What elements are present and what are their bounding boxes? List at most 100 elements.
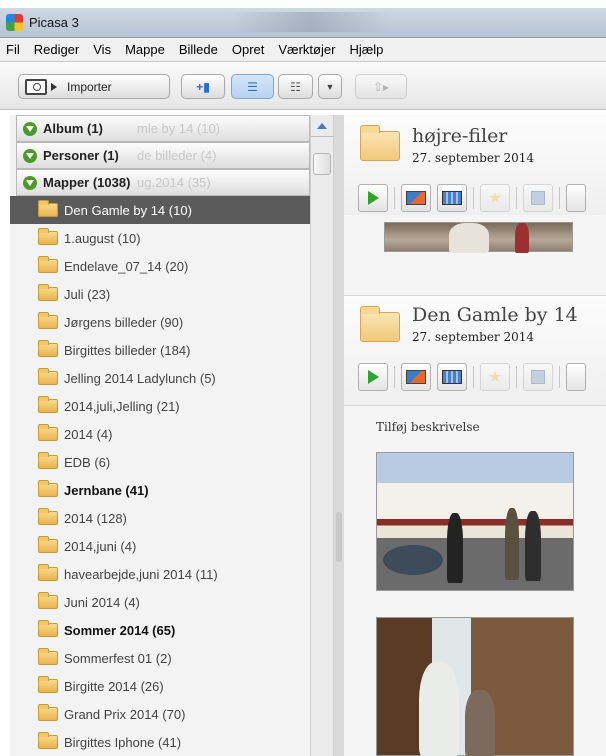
menu-mappe[interactable]: Mappe (125, 42, 165, 57)
upload-button[interactable] (401, 184, 431, 212)
flat-view-button[interactable]: ☰ (231, 74, 274, 99)
folder-label: Jernbane (41) (64, 482, 149, 498)
scroll-up-arrow-icon[interactable] (311, 115, 333, 137)
play-slideshow-button[interactable] (358, 184, 388, 212)
save-button[interactable] (523, 184, 553, 212)
film-icon (442, 370, 462, 384)
toolbar: Importer +▮ ☰ ☷ ▼ ⇧▸ (0, 62, 606, 110)
folder-label: Juli (23) (64, 286, 111, 302)
sidebar-scrollbar[interactable] (310, 115, 334, 756)
add-to-album-button[interactable]: +▮ (181, 74, 225, 99)
folder-item[interactable]: 2014 (4) (10, 420, 310, 448)
menu-bar: Fil Rediger Vis Mappe Billede Opret Værk… (0, 38, 606, 62)
folder-item[interactable]: Sommerfest 01 (2) (10, 644, 310, 672)
folder-icon (38, 228, 58, 245)
folder-label: 2014,juli,Jelling (21) (64, 398, 180, 414)
collage-button[interactable] (437, 184, 467, 212)
panel-splitter[interactable] (334, 115, 344, 756)
collage-button[interactable] (437, 363, 467, 391)
folder-item[interactable]: Den Gamle by 14 (10) (10, 196, 310, 224)
play-icon (367, 191, 379, 205)
folder-label: Jelling 2014 Ladylunch (5) (64, 370, 216, 386)
window-title: Picasa 3 (29, 15, 79, 30)
group-album[interactable]: Album (1) mle by 14 (10) (16, 115, 310, 142)
folder-item[interactable]: Jørgens billeder (90) (10, 308, 310, 336)
arrow-right-icon (51, 82, 57, 91)
photo-figure (465, 690, 495, 756)
folder-title[interactable]: højre-filer (412, 125, 507, 147)
folder-item[interactable]: Grand Prix 2014 (70) (10, 700, 310, 728)
folder-item[interactable]: Juni 2014 (4) (10, 588, 310, 616)
separator (394, 187, 395, 209)
menu-billede[interactable]: Billede (179, 42, 218, 57)
separator (559, 366, 560, 388)
menu-fil[interactable]: Fil (6, 42, 20, 57)
photo-thumbnail[interactable] (384, 222, 573, 253)
separator (473, 366, 474, 388)
folder-label: Sommerfest 01 (2) (64, 650, 172, 666)
menu-rediger[interactable]: Rediger (34, 42, 80, 57)
menu-vis[interactable]: Vis (93, 42, 111, 57)
folder-item[interactable]: Sommer 2014 (65) (10, 616, 310, 644)
menu-vaerktoejer[interactable]: Værktøjer (278, 42, 335, 57)
star-button[interactable]: ★ (480, 184, 510, 212)
folder-item[interactable]: 2014 (128) (10, 504, 310, 532)
photo-library-panel: højre-filer 27. september 2014 ★ Den Gam… (344, 115, 606, 756)
more-button[interactable] (566, 363, 586, 391)
view-options-dropdown[interactable]: ▼ (318, 74, 342, 99)
folder-item[interactable]: 1.august (10) (10, 224, 310, 252)
folder-item[interactable]: Juli (23) (10, 280, 310, 308)
separator (473, 187, 474, 209)
folder-action-bar: ★ (358, 362, 592, 392)
folder-title[interactable]: Den Gamle by 14 (412, 304, 578, 326)
folder-item[interactable]: Birgittes Iphone (41) (10, 728, 310, 756)
folder-item[interactable]: Jelling 2014 Ladylunch (5) (10, 364, 310, 392)
folder-item[interactable]: Jernbane (41) (10, 476, 310, 504)
disk-icon (531, 370, 545, 384)
photo-figure (419, 662, 459, 756)
folder-item[interactable]: Endelave_07_14 (20) (10, 252, 310, 280)
splitter-grip-icon[interactable] (336, 512, 342, 562)
photo-thumbnail[interactable] (376, 617, 574, 756)
folder-label: Endelave_07_14 (20) (64, 258, 189, 274)
folder-item[interactable]: Birgittes billeder (184) (10, 336, 310, 364)
star-button[interactable]: ★ (480, 363, 510, 391)
tree-view-button[interactable]: ☷ (278, 74, 313, 99)
photo-thumbnail[interactable] (376, 452, 574, 591)
folder-item[interactable]: 2014,juni (4) (10, 532, 310, 560)
separator (559, 187, 560, 209)
folder-item[interactable]: Birgitte 2014 (26) (10, 672, 310, 700)
more-button[interactable] (566, 184, 586, 212)
photo-figure (515, 223, 529, 253)
folder-list-panel: Album (1) mle by 14 (10) Personer (1) de… (10, 115, 310, 756)
section-divider (344, 405, 606, 406)
folder-icon (38, 592, 58, 609)
scroll-thumb[interactable] (313, 153, 331, 175)
share-button[interactable]: ⇧▸ (355, 74, 407, 99)
folder-icon (38, 648, 58, 665)
import-button[interactable]: Importer (18, 74, 170, 99)
save-button[interactable] (523, 363, 553, 391)
folder-label: Jørgens billeder (90) (64, 314, 184, 330)
top-edge (0, 0, 606, 8)
folder-header-hojre-filer: højre-filer 27. september 2014 ★ (344, 115, 606, 215)
folder-item[interactable]: havearbejde,juni 2014 (11) (10, 560, 310, 588)
folder-icon (38, 200, 58, 217)
list-view-icon: ☰ (247, 79, 258, 94)
folder-label: Den Gamle by 14 (10) (64, 202, 192, 218)
upload-button[interactable] (401, 363, 431, 391)
menu-opret[interactable]: Opret (232, 42, 265, 57)
folder-label: Birgittes Iphone (41) (64, 734, 182, 750)
folder-item[interactable]: EDB (6) (10, 448, 310, 476)
group-personer[interactable]: Personer (1) de billeder (4) (16, 142, 310, 169)
titlebar-blur (230, 12, 390, 32)
menu-hjaelp[interactable]: Hjælp (349, 42, 383, 57)
folder-icon (38, 256, 58, 273)
folder-item[interactable]: 2014,juli,Jelling (21) (10, 392, 310, 420)
play-icon (367, 370, 379, 384)
group-mapper[interactable]: Mapper (1038) ug.2014 (35) (16, 169, 310, 196)
folder-icon (38, 676, 58, 693)
add-description-field[interactable]: Tilføj beskrivelse (376, 420, 480, 434)
group-label: Mapper (1038) (43, 175, 131, 190)
play-slideshow-button[interactable] (358, 363, 388, 391)
